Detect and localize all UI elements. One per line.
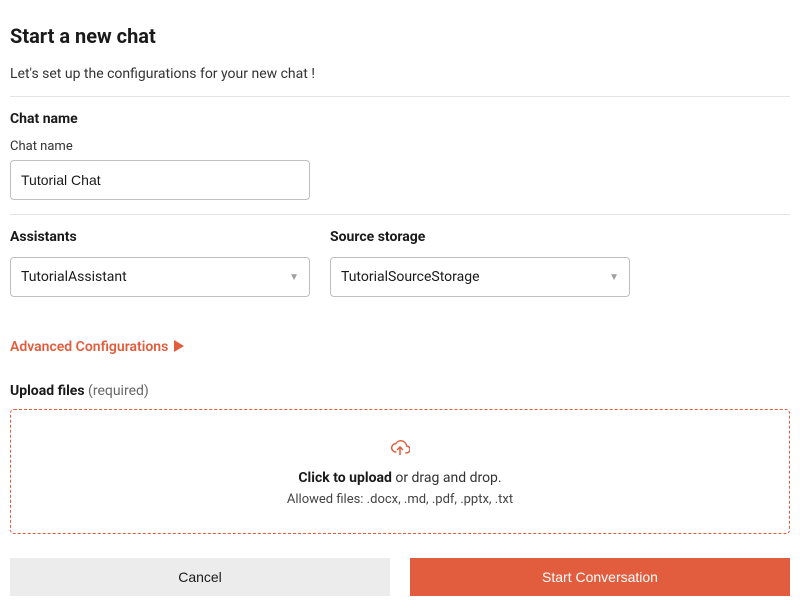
assistants-col: Assistants TutorialAssistant ▼	[10, 229, 310, 297]
button-row: Cancel Start Conversation	[10, 558, 790, 596]
source-storage-select[interactable]: TutorialSourceStorage ▼	[330, 257, 630, 297]
chat-name-section: Chat name Chat name	[10, 111, 790, 200]
upload-dropzone[interactable]: Click to upload or drag and drop. Allowe…	[10, 409, 790, 534]
page-subtitle: Let's set up the configurations for your…	[10, 66, 790, 82]
assistants-storage-row: Assistants TutorialAssistant ▼ Source st…	[10, 229, 790, 297]
chevron-down-icon: ▼	[609, 272, 619, 283]
assistants-select-value: TutorialAssistant	[21, 269, 289, 285]
start-conversation-button[interactable]: Start Conversation	[410, 558, 790, 596]
assistants-select[interactable]: TutorialAssistant ▼	[10, 257, 310, 297]
dropzone-allowed-text: Allowed files: .docx, .md, .pdf, .pptx, …	[287, 492, 513, 507]
cloud-upload-icon	[390, 438, 410, 460]
divider	[10, 96, 790, 97]
chevron-down-icon: ▼	[289, 272, 299, 283]
source-storage-select-value: TutorialSourceStorage	[341, 269, 609, 285]
chat-name-input[interactable]	[10, 160, 310, 200]
advanced-configurations-label: Advanced Configurations	[10, 339, 168, 355]
upload-files-required: (required)	[88, 383, 149, 399]
advanced-configurations-link[interactable]: Advanced Configurations	[10, 339, 184, 355]
upload-files-label: Upload files (required)	[10, 383, 790, 399]
cancel-button[interactable]: Cancel	[10, 558, 390, 596]
dropzone-text-line1: Click to upload or drag and drop.	[298, 470, 501, 486]
source-storage-col: Source storage TutorialSourceStorage ▼	[330, 229, 630, 297]
assistants-label: Assistants	[10, 229, 310, 245]
click-to-upload-text: Click to upload	[298, 470, 391, 486]
divider	[10, 214, 790, 215]
drag-drop-text: or drag and drop.	[392, 470, 502, 486]
source-storage-label: Source storage	[330, 229, 630, 245]
caret-right-icon	[174, 340, 184, 355]
page-title: Start a new chat	[10, 24, 790, 48]
chat-name-field-label: Chat name	[10, 139, 790, 154]
upload-files-label-text: Upload files	[10, 383, 85, 399]
chat-name-section-label: Chat name	[10, 111, 790, 127]
